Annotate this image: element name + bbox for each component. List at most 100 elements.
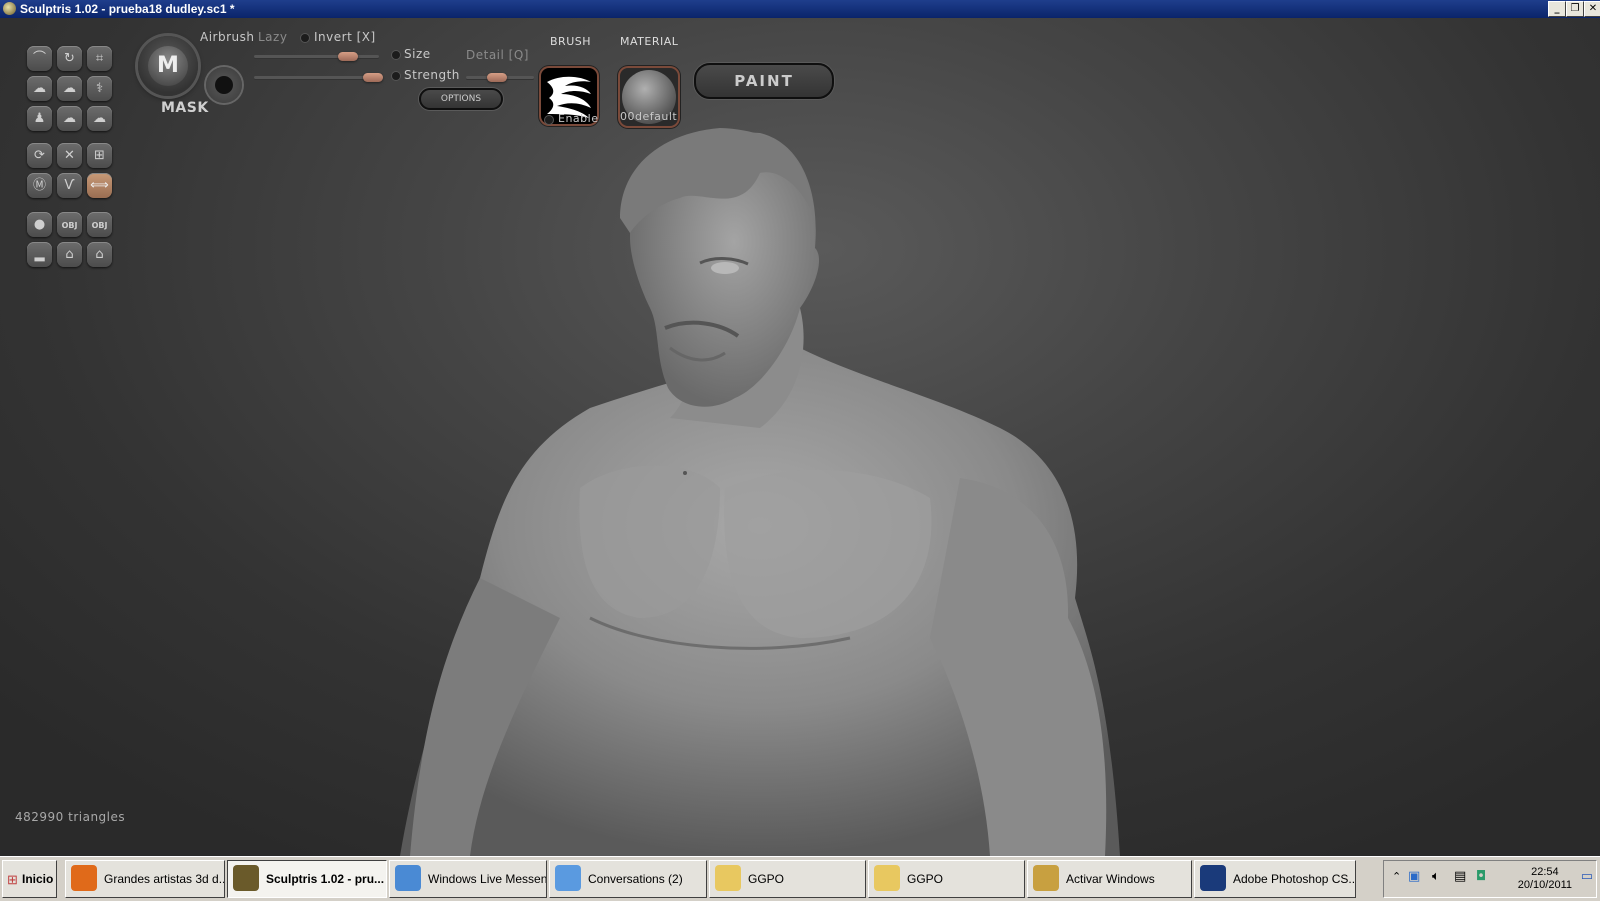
sculpt-viewport[interactable]: ⌒ ↻ ⌗ ☁ ☁ ⚕ ♟ ☁ ☁ ⟳ ✕ ⊞ Ⓜ Ѵ ⟺ ● OBJ OBJ ▂ ⌂ ⌂ M MASK Airbrus… [0,18,1600,856]
restore-button[interactable]: ❐ [1566,1,1584,17]
draw-icon[interactable]: ⌒ [27,46,52,71]
plane-icon[interactable]: ▂ [27,242,52,267]
brush-label: BRUSH [550,35,591,48]
rotate-icon-glyph: ↻ [64,51,75,66]
messenger-icon [395,865,421,891]
taskbar-button[interactable]: Sculptris 1.02 - pru... [227,860,387,898]
detail-label: Detail [Q] [466,48,529,62]
folder-icon [715,865,741,891]
clock-time: 22:54 [1531,866,1559,878]
crease-icon-glyph: ☁ [63,111,76,126]
material-name: 00default [620,110,678,123]
taskbar-button-label: Activar Windows [1066,872,1155,886]
sphere-icon[interactable]: ● [27,212,52,237]
size-label: Size [404,47,431,61]
taskbar-button[interactable]: Activar Windows [1027,860,1192,898]
strength-radio[interactable] [392,72,400,80]
rotate-icon[interactable]: ↻ [57,46,82,71]
title-bar: Sculptris 1.02 - prueba18 dudley.sc1 * _… [0,0,1600,18]
export-obj-icon[interactable]: OBJ [87,212,112,237]
network-icon[interactable]: ▣ [1408,869,1420,884]
taskbar-button[interactable]: GGPO [709,860,866,898]
photoshop-icon [1200,865,1226,891]
options-button[interactable]: OPTIONS [419,88,503,110]
pinch-icon[interactable]: ⚕ [87,76,112,101]
save-icon[interactable]: ⌂ [87,242,112,267]
taskbar: ⊞ Inicio Grandes artistas 3d d... Sculptr… [0,856,1600,901]
taskbar-button[interactable]: Adobe Photoshop CS... [1194,860,1356,898]
mask-icon: M [148,46,188,86]
reduce-icon[interactable]: ⟳ [27,143,52,168]
start-button[interactable]: ⊞ Inicio [2,860,57,898]
lazy-label[interactable]: Lazy [258,30,287,44]
update-icon[interactable]: ◘ [1476,869,1486,884]
airbrush-label[interactable]: Airbrush [200,30,255,44]
size-slider[interactable] [254,55,379,58]
taskbar-button-label: Conversations (2) [588,872,683,886]
wave-icon-glyph: Ѵ [64,178,75,193]
wave-icon[interactable]: Ѵ [57,173,82,198]
paint-button[interactable]: PAINT [694,63,834,99]
app-icon[interactable] [3,2,16,15]
invert-radio[interactable] [301,34,309,42]
system-tray: ⌃ ▣ 🔈︎ ▤ ◘ 22:54 20/10/2011 ▭ [1383,860,1597,898]
taskbar-button-label: Grandes artistas 3d d... [104,872,225,886]
open-icon-glyph: ⌂ [65,247,74,262]
airbrush-toggle[interactable] [206,67,242,103]
size-slider-handle[interactable] [337,52,358,61]
mirror-icon-glyph: ⟺ [90,178,109,193]
symmetry-icon[interactable]: ✕ [57,143,82,168]
strength-label: Strength [404,68,460,82]
triangle-count: 482990 triangles [15,810,126,824]
sculpt-model [400,128,1120,856]
window-title: Sculptris 1.02 - prueba18 dudley.sc1 * [20,2,235,16]
inflate-icon[interactable]: ☁ [27,76,52,101]
plane-icon-glyph: ▂ [34,247,45,262]
taskbar-button[interactable]: Grandes artistas 3d d... [65,860,225,898]
smooth-icon[interactable]: ☁ [87,106,112,131]
mask-tool-icon-glyph: Ⓜ [32,178,46,193]
flatten-icon[interactable]: ☁ [57,76,82,101]
enable-radio[interactable] [545,116,553,124]
size-radio[interactable] [392,51,400,59]
material-label: MATERIAL [620,35,679,48]
smooth-icon-glyph: ☁ [93,111,106,126]
mask-tool-icon[interactable]: Ⓜ [27,173,52,198]
crease-icon[interactable]: ☁ [57,106,82,131]
invert-label[interactable]: Invert [X] [314,30,376,44]
minimize-button[interactable]: _ [1548,1,1566,17]
conversations-icon [555,865,581,891]
open-icon[interactable]: ⌂ [57,242,82,267]
strength-slider-handle[interactable] [362,73,383,82]
close-button[interactable]: ✕ [1584,1,1600,17]
detail-slider-handle[interactable] [486,73,507,82]
inflate-icon-glyph: ☁ [33,81,46,96]
taskbar-button-label: Windows Live Messen... [428,872,547,886]
taskbar-button[interactable]: Windows Live Messen... [389,860,547,898]
draw-icon-glyph: ⌒ [32,51,46,66]
show-desktop-icon[interactable]: ▭ [1581,869,1593,884]
sculptris-icon [233,865,259,891]
mask-button[interactable]: M [138,36,198,96]
import-obj-icon[interactable]: OBJ [57,212,82,237]
strength-slider[interactable] [254,76,379,79]
mask-label: MASK [161,100,209,116]
tray-expand-icon[interactable]: ⌃ [1392,870,1401,883]
sphere-icon-glyph: ● [33,217,46,232]
crop-icon[interactable]: ⌗ [87,46,112,71]
keys-icon [1033,865,1059,891]
volume-icon[interactable]: 🔈︎ [1432,869,1440,884]
mirror-icon[interactable]: ⟺ [87,173,112,198]
taskbar-button[interactable]: Conversations (2) [549,860,707,898]
export-obj-icon-glyph: OBJ [91,221,108,230]
save-icon-glyph: ⌂ [95,247,104,262]
import-obj-icon-glyph: OBJ [61,221,78,230]
taskbar-button[interactable]: GGPO [868,860,1025,898]
clock-date: 20/10/2011 [1517,879,1572,891]
clock[interactable]: 22:54 20/10/2011 [1518,866,1572,892]
symmetry-icon-glyph: ✕ [64,148,75,163]
grid-icon[interactable]: ⊞ [87,143,112,168]
taskbar-button-label: Sculptris 1.02 - pru... [266,872,385,886]
grab-icon[interactable]: ♟ [27,106,52,131]
device-icon[interactable]: ▤ [1454,869,1466,884]
